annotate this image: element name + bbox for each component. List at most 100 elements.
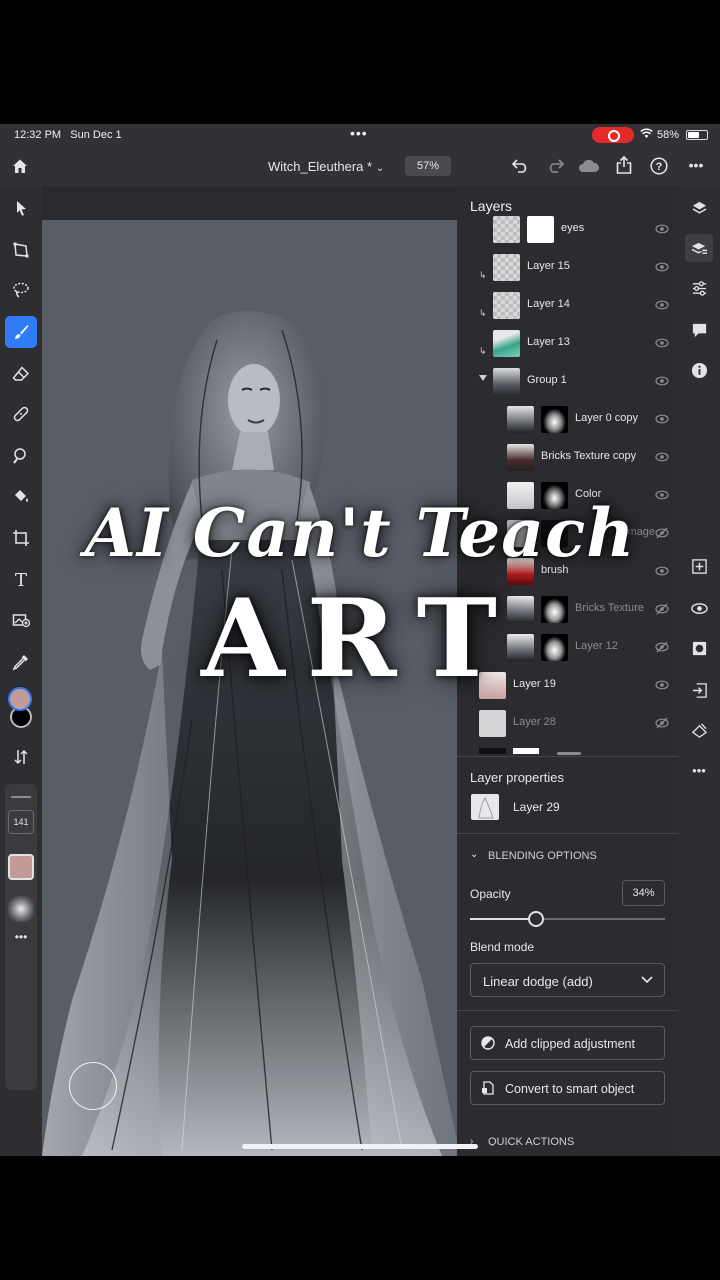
opacity-slider-handle[interactable] <box>528 911 545 927</box>
convert-smart-object-button[interactable]: Convert to smart object <box>470 1071 665 1105</box>
layer-mask-thumbnail <box>541 406 568 433</box>
layer-thumbnail <box>507 558 534 585</box>
layer-row[interactable]: ↳ Layer 13 <box>457 324 678 362</box>
home-icon[interactable] <box>10 156 30 176</box>
artboard-illustration[interactable] <box>42 220 457 1156</box>
eye-icon[interactable] <box>655 336 669 350</box>
eye-hidden-icon[interactable] <box>655 640 669 654</box>
blend-mode-select[interactable]: Linear dodge (add) <box>470 963 665 997</box>
eye-icon[interactable] <box>655 450 669 464</box>
add-clipped-adjustment-button[interactable]: Add clipped adjustment <box>470 1026 665 1060</box>
eye-hidden-icon[interactable] <box>655 602 669 616</box>
layer-name: Bricks Texture <box>575 602 644 614</box>
paint-bucket-tool-icon[interactable] <box>5 480 37 512</box>
smart-object-icon <box>482 1081 494 1095</box>
smudge-tool-icon[interactable] <box>5 440 37 472</box>
eye-icon[interactable] <box>655 412 669 426</box>
zoom-level[interactable]: 57% <box>405 156 451 176</box>
layer-row[interactable]: Layer 19 <box>457 666 678 704</box>
layers-icon[interactable] <box>685 194 713 222</box>
comments-icon[interactable] <box>685 316 713 344</box>
layer-properties-icon[interactable] <box>685 234 713 262</box>
eye-icon[interactable] <box>655 564 669 578</box>
layer-thumbnail <box>507 482 534 509</box>
layer-name: Layer 28 <box>513 716 556 728</box>
transform-tool-icon[interactable] <box>5 234 37 266</box>
healing-tool-icon[interactable] <box>5 398 37 430</box>
opacity-value-field[interactable]: 34% <box>622 880 665 906</box>
visibility-eye-icon[interactable] <box>685 594 713 622</box>
more-actions-icon[interactable]: ••• <box>685 756 713 784</box>
blending-options-header[interactable]: BLENDING OPTIONS <box>488 850 597 862</box>
eyedropper-tool-icon[interactable] <box>5 646 37 678</box>
move-tool-icon[interactable] <box>5 192 37 224</box>
eye-icon[interactable] <box>655 488 669 502</box>
eye-hidden-icon[interactable] <box>655 716 669 730</box>
brush-tool-icon[interactable] <box>5 316 37 348</box>
canvas-area[interactable] <box>42 186 457 1156</box>
info-icon[interactable] <box>685 356 713 384</box>
clear-layer-icon[interactable] <box>685 716 713 744</box>
crop-tool-icon[interactable] <box>5 522 37 554</box>
layer-row[interactable]: brush <box>457 552 678 590</box>
mask-icon[interactable] <box>685 634 713 662</box>
add-layer-icon[interactable] <box>685 552 713 580</box>
layer-row[interactable]: Color <box>457 476 678 514</box>
share-icon[interactable] <box>614 154 634 176</box>
opacity-slider[interactable] <box>470 911 665 927</box>
eye-icon[interactable] <box>655 260 669 274</box>
primary-color-swatch[interactable] <box>8 687 32 711</box>
layer-row[interactable]: Layer 0 copy <box>457 400 678 438</box>
lasso-tool-icon[interactable] <box>5 274 37 306</box>
convert-smart-object-label: Convert to smart object <box>505 1082 635 1096</box>
layer-name: Layer 14 <box>527 298 570 310</box>
document-title[interactable]: Witch_Eleuthera * ⌄ <box>268 159 384 174</box>
collapse-caret-icon[interactable] <box>479 375 487 381</box>
redo-icon[interactable] <box>545 156 565 176</box>
quick-actions-header[interactable]: › QUICK ACTIONS <box>470 1136 670 1146</box>
divider <box>457 833 678 834</box>
layer-row[interactable]: eyes <box>457 210 678 248</box>
layer-row[interactable]: ↳ Layer 14 <box>457 286 678 324</box>
right-rail: ••• <box>678 186 720 1156</box>
svg-text:?: ? <box>655 161 662 173</box>
eye-icon[interactable] <box>655 298 669 312</box>
home-indicator[interactable] <box>242 1144 478 1149</box>
type-tool-icon[interactable]: T <box>5 564 37 596</box>
undo-icon[interactable] <box>510 156 530 176</box>
tool-bar: T 141 ••• <box>0 186 42 1156</box>
multitasking-dots-icon[interactable]: ••• <box>350 125 368 141</box>
swap-colors-icon[interactable] <box>5 741 37 773</box>
brush-tip-preview[interactable] <box>8 896 34 922</box>
import-icon[interactable] <box>685 676 713 704</box>
layer-row[interactable]: ↳ Layer 15 <box>457 248 678 286</box>
layer-thumbnail <box>471 794 499 820</box>
layer-properties-title: Layer properties <box>470 770 564 785</box>
help-icon[interactable]: ? <box>648 155 669 176</box>
layer-row-group[interactable]: Group 1 <box>457 362 678 400</box>
ipad-screen: 12:32 PM Sun Dec 1 ••• 58% Witch_Eleuthe… <box>0 124 720 1156</box>
layer-row[interactable]: Layer 12 <box>457 628 678 666</box>
adjustments-sliders-icon[interactable] <box>685 274 713 302</box>
more-tool-options-icon[interactable]: ••• <box>9 930 33 944</box>
chevron-down-icon[interactable]: ⌄ <box>470 849 478 860</box>
eye-hidden-icon[interactable] <box>655 526 669 540</box>
layer-row[interactable]: Layer 28 <box>457 704 678 742</box>
eye-icon[interactable] <box>655 678 669 692</box>
panel-resize-handle[interactable] <box>557 752 581 755</box>
cloud-icon[interactable] <box>578 156 600 176</box>
eraser-tool-icon[interactable] <box>5 358 37 390</box>
opacity-slider-fill <box>470 918 537 920</box>
place-image-tool-icon[interactable] <box>5 604 37 636</box>
layer-row[interactable]: image <box>457 514 678 552</box>
layer-thumbnail <box>507 596 534 623</box>
brush-size-field[interactable]: 141 <box>8 810 34 834</box>
eye-icon[interactable] <box>655 222 669 236</box>
more-options-icon[interactable]: ••• <box>684 155 708 175</box>
eye-icon[interactable] <box>655 374 669 388</box>
brush-color-swatch[interactable] <box>8 854 34 880</box>
layer-row[interactable]: Bricks Texture copy <box>457 438 678 476</box>
layer-name: Bricks Texture copy <box>541 450 637 462</box>
partial-layer-row <box>479 748 539 754</box>
layer-row[interactable]: Bricks Texture <box>457 590 678 628</box>
